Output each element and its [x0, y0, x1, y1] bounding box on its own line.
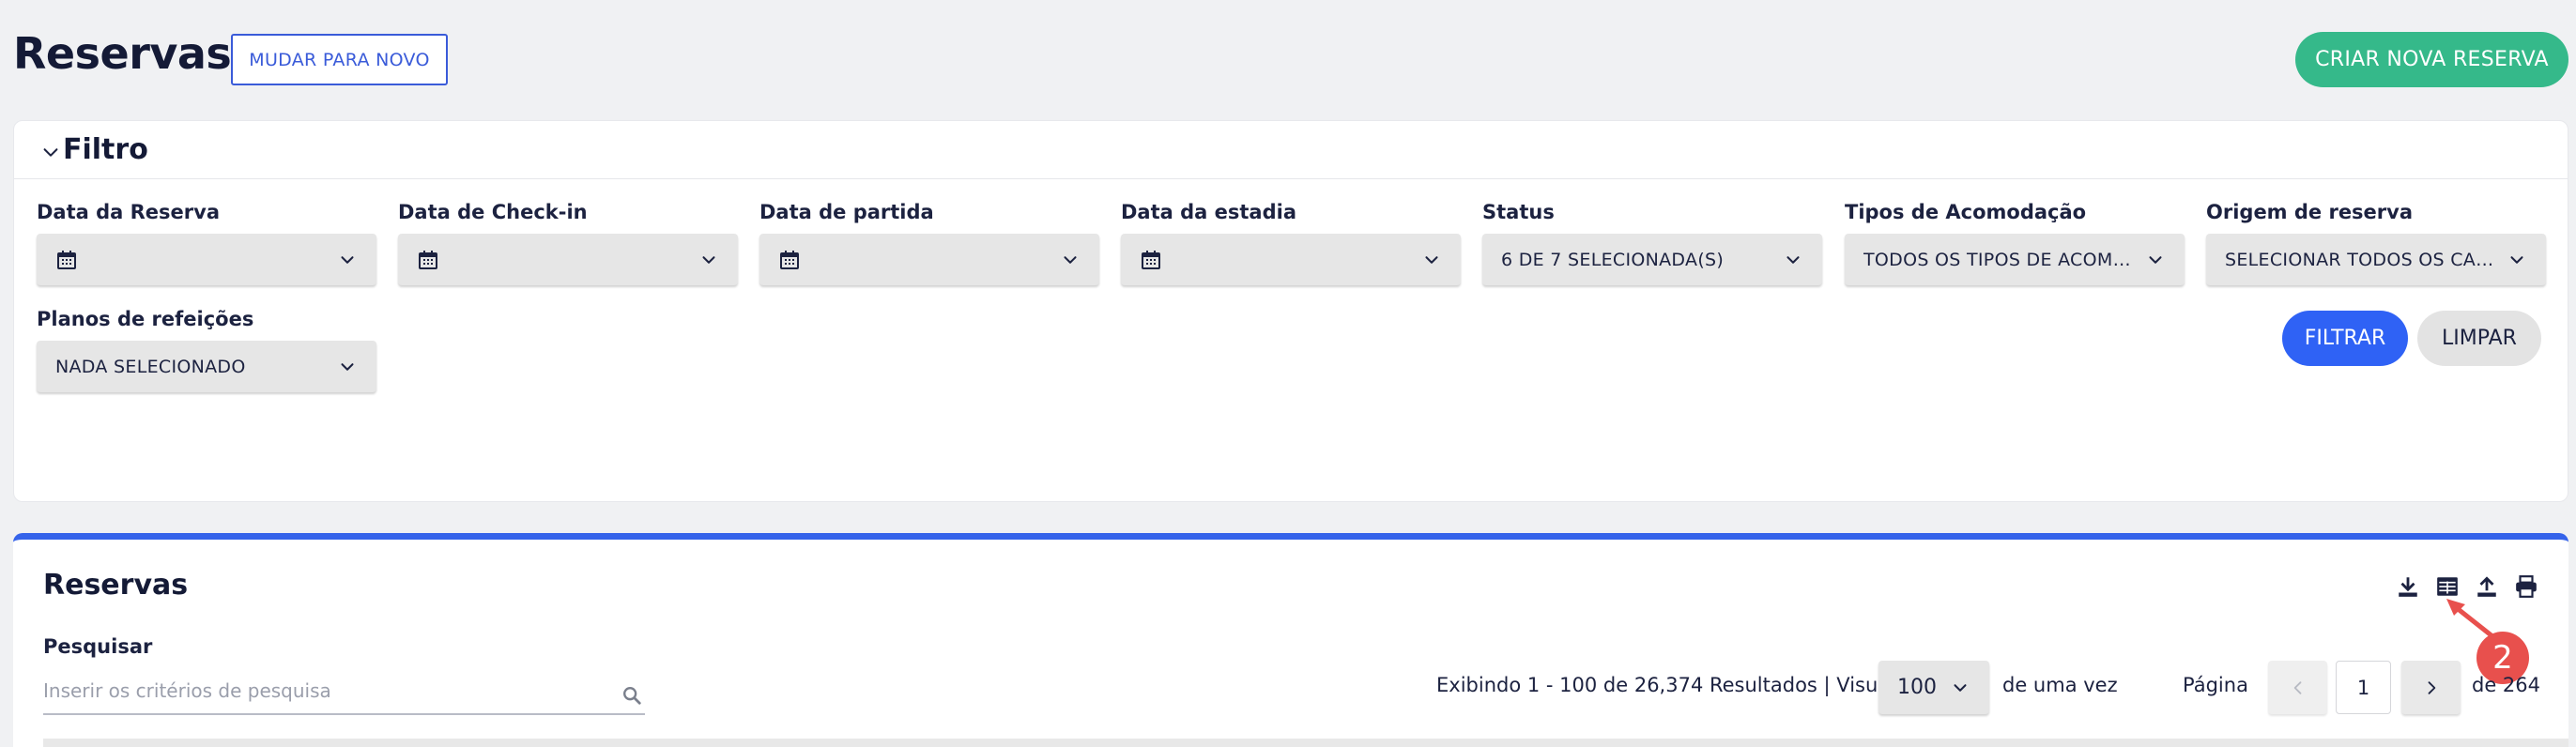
- calendar-icon: [57, 250, 76, 269]
- page-number-input[interactable]: 1: [2336, 661, 2391, 714]
- label-booking-date: Data da Reserva: [37, 201, 221, 223]
- total-pages-text: de 264: [2472, 674, 2541, 696]
- per-page-select[interactable]: 100: [1878, 661, 1989, 714]
- filter-title: Filtro: [63, 133, 148, 166]
- results-count-text: Exibindo 1 - 100 de 26,374 Resultados | …: [1436, 674, 1932, 696]
- filter-header[interactable]: Filtro: [14, 121, 2568, 179]
- chevron-down-icon: [2149, 255, 2162, 264]
- label-checkin-date: Data de Check-in: [398, 201, 588, 223]
- clear-button[interactable]: LIMPAR: [2417, 311, 2541, 366]
- stay-date-picker[interactable]: [1121, 234, 1461, 285]
- prev-page-button[interactable]: [2268, 661, 2327, 714]
- booking-source-value: SELECIONAR TODOS OS CANA...: [2225, 249, 2497, 270]
- per-page-suffix: de uma vez: [2002, 674, 2118, 696]
- chevron-down-icon: [341, 362, 354, 371]
- chevron-right-icon: [2428, 680, 2435, 694]
- label-booking-source: Origem de reserva: [2206, 201, 2414, 223]
- label-departure-date: Data de partida: [759, 201, 934, 223]
- departure-date-picker[interactable]: [759, 234, 1099, 285]
- chevron-down-icon: [702, 255, 715, 264]
- calendar-icon: [419, 250, 437, 269]
- chevron-down-icon: [341, 255, 354, 264]
- status-value: 6 DE 7 SELECIONADA(S): [1501, 249, 1725, 270]
- room-types-value: TODOS OS TIPOS DE ACOMOD...: [1863, 249, 2136, 270]
- chevron-down-icon[interactable]: [40, 142, 61, 162]
- per-page-value: 100: [1897, 676, 1937, 699]
- status-select[interactable]: 6 DE 7 SELECIONADA(S): [1482, 234, 1822, 285]
- chevron-down-icon: [1786, 255, 1800, 264]
- search-icon[interactable]: [621, 685, 642, 706]
- chevron-down-icon: [1425, 255, 1438, 264]
- label-room-types: Tipos de Acomodação: [1845, 201, 2087, 223]
- chevron-down-icon: [2510, 255, 2523, 264]
- meal-plans-select[interactable]: NADA SELECIONADO: [37, 341, 376, 392]
- download-icon[interactable]: [2396, 574, 2420, 599]
- calendar-icon: [1142, 250, 1160, 269]
- chevron-down-icon: [1064, 255, 1077, 264]
- filter-button[interactable]: FILTRAR: [2282, 311, 2408, 366]
- label-stay-date: Data da estadia: [1121, 201, 1296, 223]
- booking-source-select[interactable]: SELECIONAR TODOS OS CANA...: [2206, 234, 2546, 285]
- chevron-left-icon: [2293, 680, 2301, 694]
- label-status: Status: [1482, 201, 1555, 223]
- create-reservation-button[interactable]: CRIAR NOVA RESERVA: [2295, 32, 2568, 87]
- meal-plans-value: NADA SELECIONADO: [55, 356, 246, 377]
- table-header-row: [43, 739, 2568, 747]
- room-types-select[interactable]: TODOS OS TIPOS DE ACOMOD...: [1845, 234, 2185, 285]
- results-title: Reservas: [43, 569, 189, 602]
- calendar-icon: [780, 250, 799, 269]
- page-label: Página: [2183, 674, 2248, 696]
- booking-date-picker[interactable]: [37, 234, 376, 285]
- checkin-date-picker[interactable]: [398, 234, 738, 285]
- print-icon[interactable]: [2514, 574, 2538, 599]
- next-page-button[interactable]: [2401, 661, 2461, 714]
- page-title: Reservas: [13, 28, 232, 79]
- label-meal-plans: Planos de refeições: [37, 308, 254, 330]
- chevron-down-icon: [1954, 683, 1967, 692]
- filter-panel: Filtro Data da Reserva Data de Check-in …: [13, 120, 2568, 502]
- search-input[interactable]: [43, 668, 645, 715]
- search-label: Pesquisar: [43, 635, 153, 658]
- switch-to-new-button[interactable]: MUDAR PARA NOVO: [231, 34, 448, 85]
